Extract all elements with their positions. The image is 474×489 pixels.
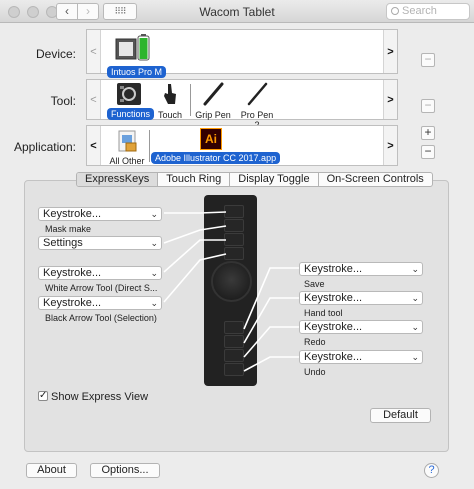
- grip-pen-label: Grip Pen: [195, 110, 231, 120]
- search-field[interactable]: Search: [386, 3, 470, 20]
- right-key-3-popup[interactable]: Keystroke... ⌄: [299, 320, 423, 334]
- left-key-1-caption: Mask make: [45, 224, 92, 234]
- right-key-4-popup[interactable]: Keystroke... ⌄: [299, 350, 423, 364]
- tool-divider: [190, 84, 191, 116]
- tool-scroll-left[interactable]: <: [87, 80, 101, 119]
- tab-on-screen-controls[interactable]: On-Screen Controls: [317, 173, 432, 186]
- functions-label: Functions: [107, 108, 155, 120]
- chevron-down-icon: ⌄: [150, 238, 158, 248]
- left-key-3-caption: White Arrow Tool (Direct S...: [45, 283, 158, 293]
- options-button[interactable]: Options...: [90, 463, 160, 478]
- express-key-4: [224, 247, 244, 260]
- tab-expresskeys[interactable]: ExpressKeys: [77, 173, 158, 186]
- all-other-apps-icon: [118, 130, 137, 152]
- device-scroll-right[interactable]: >: [383, 30, 397, 73]
- chevron-down-icon: ⌄: [150, 268, 158, 278]
- tablet-express-keys-diagram: [204, 195, 257, 386]
- device-strip: < Intuos Pro M >: [86, 29, 398, 78]
- tool-pro-pen-2[interactable]: Pro Pen 2: [237, 82, 277, 130]
- remove-tool-button[interactable]: −: [421, 99, 435, 113]
- device-name-label: Intuos Pro M: [107, 66, 167, 78]
- show-express-view-checkbox[interactable]: ✓: [38, 391, 48, 401]
- express-key-5: [224, 321, 244, 334]
- chevron-down-icon: ⌄: [150, 298, 158, 308]
- left-key-4-popup[interactable]: Keystroke... ⌄: [38, 296, 162, 310]
- grip-pen-icon: [203, 82, 224, 106]
- show-all-grid-button[interactable]: ⠿⠿: [103, 3, 137, 20]
- remove-device-button[interactable]: −: [421, 53, 435, 67]
- tab-display-toggle[interactable]: Display Toggle: [229, 173, 317, 186]
- functions-icon: [117, 83, 141, 105]
- back-button[interactable]: ‹: [56, 3, 78, 20]
- device-intuos-pro-m[interactable]: Intuos Pro M: [107, 33, 167, 78]
- help-icon[interactable]: ?: [424, 463, 439, 478]
- tool-strip: < Functions Touch Grip Pen Pro Pen 2 >: [86, 79, 398, 130]
- tab-touch-ring[interactable]: Touch Ring: [157, 173, 229, 186]
- touch-label: Touch: [157, 110, 183, 120]
- adobe-illustrator-icon: Ai: [200, 128, 222, 150]
- tool-grip-pen[interactable]: Grip Pen: [193, 82, 233, 120]
- application-scroll-right[interactable]: >: [383, 126, 397, 165]
- touch-hand-icon: [164, 84, 176, 104]
- pro-pen-icon: [247, 82, 268, 106]
- express-key-7: [224, 349, 244, 362]
- forward-button[interactable]: ›: [77, 3, 99, 20]
- left-key-2-popup[interactable]: Settings ⌄: [38, 236, 162, 250]
- right-key-2-caption: Hand tool: [304, 308, 343, 318]
- tablet-device-icon: [115, 34, 150, 61]
- chevron-down-icon: ⌄: [411, 293, 419, 303]
- tool-functions[interactable]: Functions: [107, 82, 155, 120]
- close-window-button[interactable]: [8, 6, 20, 18]
- application-divider: [149, 130, 150, 162]
- application-scroll-left[interactable]: <: [87, 126, 101, 165]
- chevron-down-icon: ⌄: [150, 209, 158, 219]
- device-scroll-left[interactable]: <: [87, 30, 101, 73]
- application-adobe-illustrator[interactable]: Ai Adobe Illustrator CC 2017.app: [151, 128, 281, 164]
- add-application-button[interactable]: +: [421, 126, 435, 140]
- about-button[interactable]: About: [26, 463, 77, 478]
- right-key-1-caption: Save: [304, 279, 325, 289]
- minimize-window-button[interactable]: [27, 6, 39, 18]
- application-label: Application:: [13, 140, 76, 154]
- search-icon: [391, 7, 399, 15]
- tool-label: Tool:: [50, 94, 76, 108]
- application-strip: < All Other Ai Adobe Illustrator CC 2017…: [86, 125, 398, 166]
- express-key-1: [224, 205, 244, 218]
- chevron-down-icon: ⌄: [411, 352, 419, 362]
- express-key-6: [224, 335, 244, 348]
- express-key-3: [224, 233, 244, 246]
- device-label: Device:: [35, 47, 76, 61]
- tool-touch[interactable]: Touch: [153, 82, 187, 120]
- show-express-view-label: Show Express View: [51, 391, 149, 403]
- right-key-1-popup[interactable]: Keystroke... ⌄: [299, 262, 423, 276]
- right-key-2-popup[interactable]: Keystroke... ⌄: [299, 291, 423, 305]
- application-all-other[interactable]: All Other: [107, 128, 147, 166]
- search-placeholder: Search: [402, 5, 437, 17]
- default-button[interactable]: Default: [370, 408, 431, 423]
- touch-ring: [211, 261, 252, 302]
- adobe-illustrator-label: Adobe Illustrator CC 2017.app: [151, 152, 281, 164]
- all-other-label: All Other: [109, 156, 145, 166]
- remove-application-button[interactable]: −: [421, 145, 435, 159]
- title-bar: ‹ › ⠿⠿ Wacom Tablet Search: [0, 0, 474, 23]
- right-key-4-caption: Undo: [304, 367, 326, 377]
- express-key-8: [224, 363, 244, 376]
- left-key-4-caption: Black Arrow Tool (Selection): [45, 313, 157, 323]
- settings-tabs: ExpressKeys Touch Ring Display Toggle On…: [76, 172, 433, 187]
- left-key-1-popup[interactable]: Keystroke... ⌄: [38, 207, 162, 221]
- tool-scroll-right[interactable]: >: [383, 80, 397, 119]
- chevron-down-icon: ⌄: [411, 322, 419, 332]
- right-key-3-caption: Redo: [304, 337, 326, 347]
- left-key-3-popup[interactable]: Keystroke... ⌄: [38, 266, 162, 280]
- express-key-2: [224, 219, 244, 232]
- chevron-down-icon: ⌄: [411, 264, 419, 274]
